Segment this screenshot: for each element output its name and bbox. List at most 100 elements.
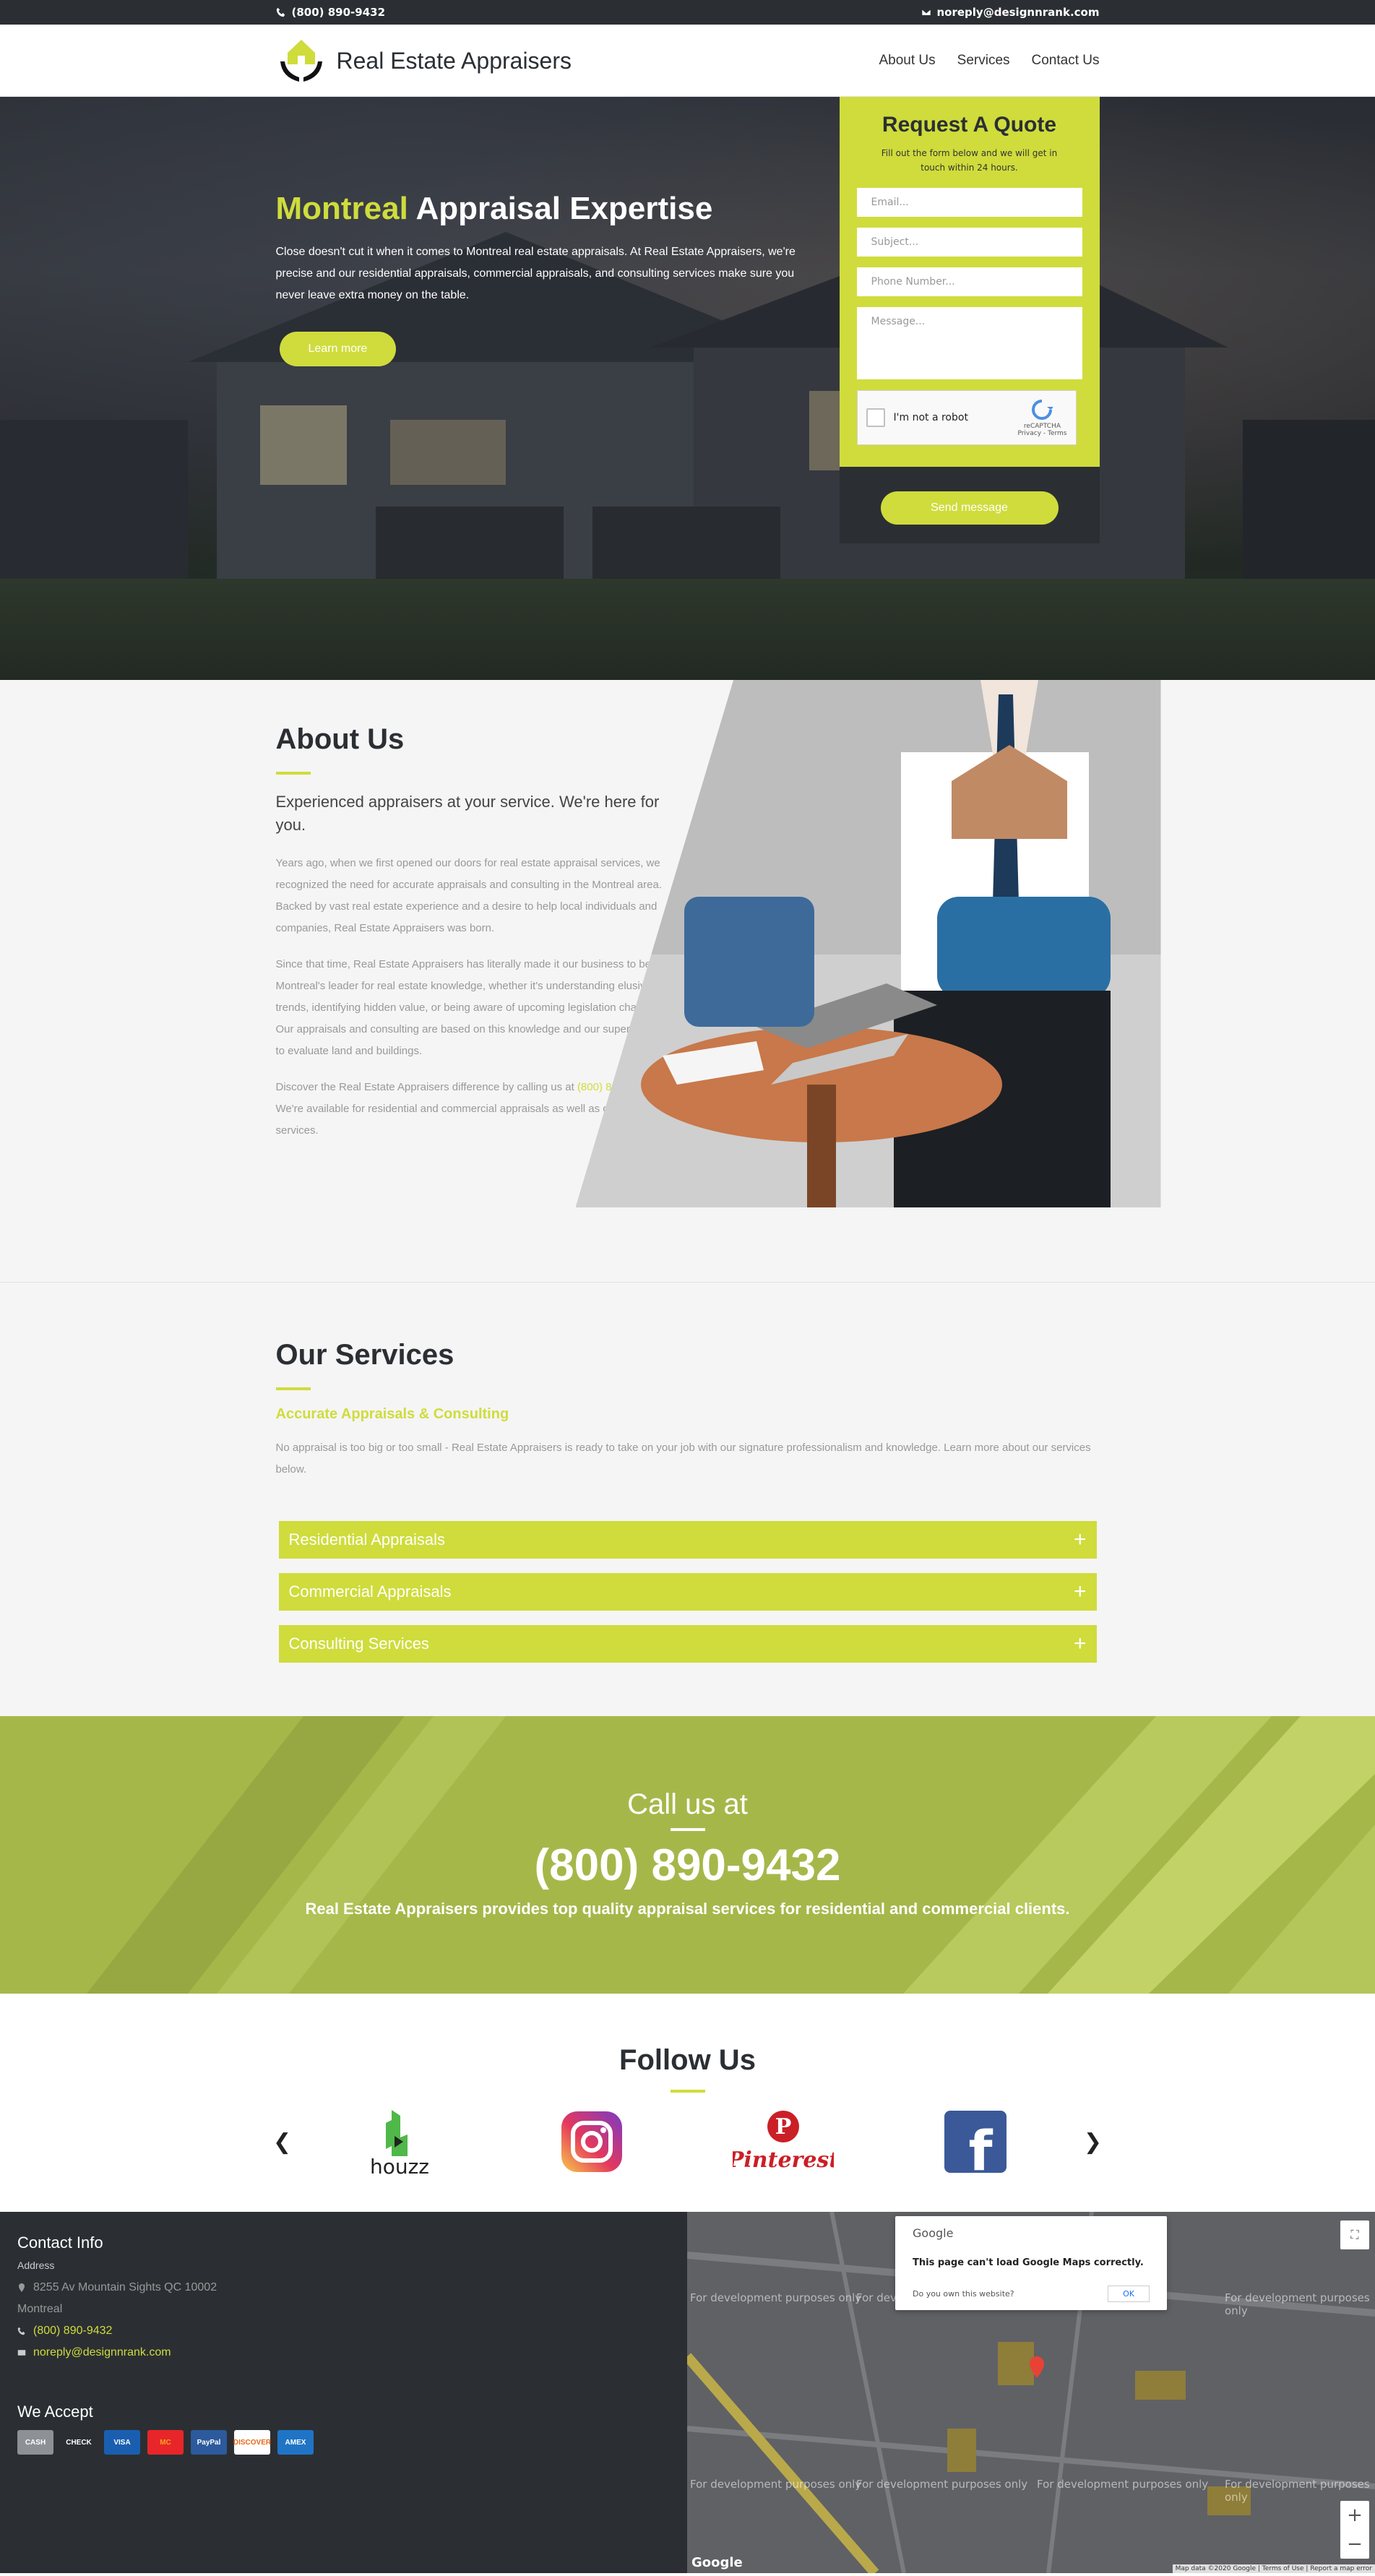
payment-card-paypal: PayPal [191, 2430, 227, 2455]
accordion-consulting-services[interactable]: Consulting Services + [278, 1625, 1097, 1663]
phone-field[interactable]: Phone Number... [856, 267, 1082, 296]
recaptcha-checkbox[interactable] [866, 408, 885, 427]
services-title: Our Services [275, 1339, 454, 1371]
brand-name: Real Estate Appraisers [336, 47, 572, 74]
map-attribution[interactable]: Map data ©2020 Google | Terms of Use | R… [1172, 2564, 1375, 2573]
social-carousel: ❮ houzz P Pinterest f ❯ [262, 2106, 1114, 2178]
call-phone[interactable]: (800) 890-9432 [0, 1840, 1375, 1891]
nav-services[interactable]: Services [957, 53, 1010, 69]
pinterest-wordmark: Pinterest [733, 2148, 834, 2173]
payment-card-mc: MC [147, 2430, 184, 2455]
address-label: Address [17, 2260, 55, 2271]
map-zoom-controls: + − [1340, 2501, 1369, 2559]
send-message-button[interactable]: Send message [880, 491, 1059, 525]
houzz-link[interactable]: houzz [303, 2106, 496, 2178]
hero-title-rest: Appraisal Expertise [408, 191, 713, 226]
accordion-label: Consulting Services [288, 1634, 429, 1653]
recaptcha-links[interactable]: Privacy - Terms [1017, 430, 1066, 437]
map-watermark: For development purposes only [690, 2478, 862, 2491]
brand[interactable]: Real Estate Appraisers [276, 35, 572, 86]
envelope-icon [17, 2350, 26, 2356]
footer: Contact Info Address 8255 Av Mountain Si… [0, 2212, 1375, 2573]
map-dialog-brand: Google [913, 2226, 954, 2240]
facebook-link[interactable]: f [879, 2106, 1072, 2178]
about-paragraph-2: Since that time, Real Estate Appraisers … [275, 958, 673, 1057]
services-title-underline [275, 1387, 311, 1390]
address-line-1: 8255 Av Mountain Sights QC 10002 [17, 2281, 670, 2294]
quote-form-bottom: Send message [839, 467, 1100, 543]
instagram-link[interactable] [496, 2106, 688, 2178]
about-title: About Us [275, 723, 405, 755]
call-pre: Call us at [627, 1788, 748, 1820]
quote-subtitle: Fill out the form below and we will get … [881, 148, 1058, 173]
svg-text:P: P [775, 2114, 792, 2140]
about-title-underline [275, 772, 311, 775]
subject-field[interactable]: Subject... [856, 228, 1082, 257]
carousel-next-icon[interactable]: ❯ [1072, 2129, 1113, 2155]
footer-phone[interactable]: (800) 890-9432 [17, 2325, 670, 2338]
email-field[interactable]: Email... [856, 188, 1082, 217]
payment-cards: CASH CHECK VISA MC PayPal DISCOVER AMEX [17, 2430, 670, 2455]
pinterest-link[interactable]: P Pinterest [688, 2106, 880, 2178]
houzz-icon: houzz [370, 2110, 429, 2178]
contact-info: Contact Info Address 8255 Av Mountain Si… [0, 2212, 687, 2573]
recaptcha-logo: reCAPTCHA Privacy - Terms [1017, 399, 1067, 437]
payment-card-check: CHECK [61, 2430, 97, 2455]
hero-title: Montreal Appraisal Expertise [276, 191, 825, 227]
recaptcha-brand: reCAPTCHA [1023, 422, 1061, 430]
site-header: Real Estate Appraisers About Us Services… [0, 25, 1375, 97]
recaptcha-icon [1032, 399, 1055, 420]
we-accept: We Accept CASH CHECK VISA MC PayPal DISCOVER A… [17, 2403, 670, 2455]
map-dialog-question[interactable]: Do you own this website? [913, 2289, 1014, 2299]
logo-icon [280, 40, 322, 82]
map-dialog-ok-button[interactable]: OK [1108, 2286, 1150, 2302]
call-content: Call us at (800) 890-9432 Real Estate Ap… [0, 1716, 1375, 1918]
footer-email[interactable]: noreply@designnrank.com [17, 2346, 670, 2359]
phone-icon [17, 2327, 25, 2335]
plus-icon: + [1073, 1632, 1087, 1655]
quote-form-top: Request A Quote Fill out the form below … [839, 97, 1100, 467]
topbar-email-text: noreply@designnrank.com [936, 6, 1100, 19]
quote-form: Request A Quote Fill out the form below … [839, 97, 1100, 543]
map-watermark: For development purposes only [856, 2478, 1028, 2491]
services-section: Our Services Accurate Appraisals & Consu… [0, 1283, 1375, 1716]
envelope-icon [921, 9, 931, 16]
main-nav: About Us Services Contact Us [879, 53, 1100, 69]
topbar-email[interactable]: noreply@designnrank.com [921, 6, 1100, 19]
about-paragraph-1: Years ago, when we first opened our door… [275, 857, 663, 934]
services-tagline: Accurate Appraisals & Consulting [275, 1406, 509, 1422]
call-description: Real Estate Appraisers provides top qual… [305, 1900, 1070, 1918]
footer-phone-text: (800) 890-9432 [33, 2325, 113, 2337]
fullscreen-icon[interactable]: ⛶ [1340, 2220, 1369, 2249]
we-accept-title: We Accept [17, 2403, 93, 2421]
payment-card-cash: CASH [17, 2430, 53, 2455]
zoom-out-icon[interactable]: − [1340, 2530, 1369, 2559]
map-error-dialog: Google This page can't load Google Maps … [895, 2216, 1167, 2310]
facebook-glyph: f [969, 2119, 993, 2173]
accordion-commercial-appraisals[interactable]: Commercial Appraisals + [278, 1573, 1097, 1611]
instagram-icon [561, 2111, 622, 2172]
learn-more-button[interactable]: Learn more [279, 332, 397, 366]
about-subtitle: Experienced appraisers at your service. … [275, 793, 660, 834]
nav-about-us[interactable]: About Us [879, 53, 936, 69]
map-watermark: For development purposes only [690, 2291, 862, 2304]
about-p3-before: Discover the Real Estate Appraisers diff… [275, 1081, 577, 1093]
google-map[interactable]: For development purposes only For develo… [687, 2212, 1375, 2573]
message-field[interactable]: Message... [856, 307, 1082, 379]
accordion-label: Residential Appraisals [288, 1530, 445, 1548]
accordion-residential-appraisals[interactable]: Residential Appraisals + [278, 1521, 1097, 1559]
topbar-phone-text: (800) 890-9432 [291, 6, 386, 19]
houzz-wordmark: houzz [370, 2155, 429, 2178]
hero-description: Close doesn't cut it when it comes to Mo… [275, 246, 796, 301]
nav-contact-us[interactable]: Contact Us [1032, 53, 1100, 69]
topbar-phone[interactable]: (800) 890-9432 [276, 6, 386, 19]
facebook-icon: f [944, 2111, 1007, 2173]
zoom-in-icon[interactable]: + [1340, 2501, 1369, 2530]
contact-info-title: Contact Info [17, 2233, 103, 2252]
payment-card-visa: VISA [104, 2430, 140, 2455]
hero-section: Montreal Appraisal Expertise Close doesn… [0, 97, 1375, 680]
carousel-prev-icon[interactable]: ❮ [262, 2129, 303, 2155]
pinterest-icon: P Pinterest [733, 2111, 834, 2173]
quote-title: Request A Quote [882, 113, 1057, 137]
map-watermark: For development purposes only [1225, 2291, 1370, 2317]
